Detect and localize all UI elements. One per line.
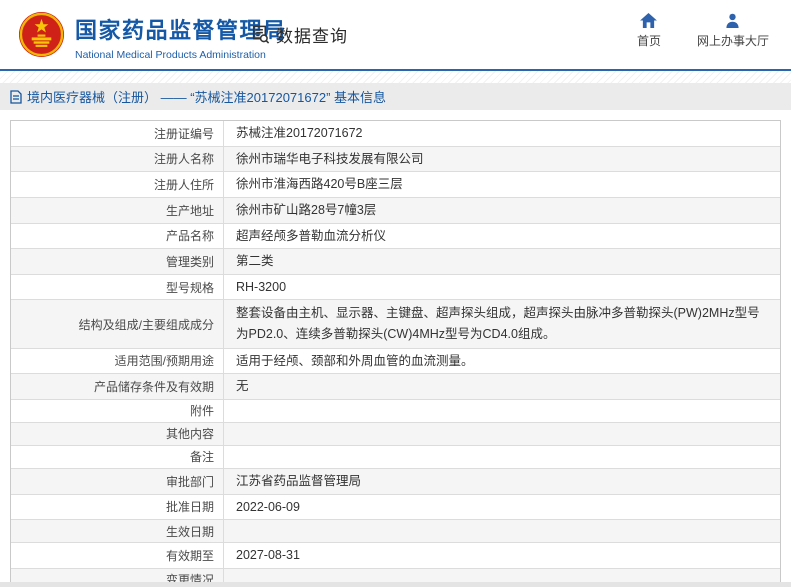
breadcrumb-bar: 境内医疗器械（注册） —— “苏械注准20172071672” 基本信息 bbox=[0, 83, 791, 110]
nav-service-hall[interactable]: 网上办事大厅 bbox=[697, 13, 769, 49]
table-row: 注册人名称徐州市瑞华电子科技发展有限公司 bbox=[11, 147, 780, 173]
nav-service-hall-label: 网上办事大厅 bbox=[697, 32, 769, 49]
row-label: 附件 bbox=[11, 400, 224, 422]
row-label: 其他内容 bbox=[11, 423, 224, 445]
table-row: 有效期至2027-08-31 bbox=[11, 543, 780, 569]
row-value: 整套设备由主机、显示器、主键盘、超声探头组成，超声探头由脉冲多普勒探头(PW)2… bbox=[224, 300, 780, 347]
top-navigation: 首页 网上办事大厅 bbox=[637, 13, 769, 49]
row-value: 无 bbox=[224, 374, 780, 399]
table-row: 适用范围/预期用途适用于经颅、颈部和外周血管的血流测量。 bbox=[11, 349, 780, 375]
row-label: 备注 bbox=[11, 446, 224, 468]
row-value: 第二类 bbox=[224, 249, 780, 274]
footer-strip bbox=[0, 582, 791, 587]
table-row: 附件 bbox=[11, 400, 780, 423]
table-row: 注册人住所徐州市淮海西路420号B座三层 bbox=[11, 172, 780, 198]
row-label: 产品储存条件及有效期 bbox=[11, 374, 224, 399]
agency-name-en: National Medical Products Administration bbox=[75, 49, 287, 61]
row-label: 生效日期 bbox=[11, 520, 224, 542]
registration-info-table: 注册证编号苏械注准20172071672 注册人名称徐州市瑞华电子科技发展有限公… bbox=[10, 120, 781, 587]
row-value: 徐州市矿山路28号7幢3层 bbox=[224, 198, 780, 223]
row-label: 注册人住所 bbox=[11, 172, 224, 197]
row-value bbox=[224, 446, 780, 468]
nav-home-label: 首页 bbox=[637, 32, 661, 49]
row-value: 超声经颅多普勒血流分析仪 bbox=[224, 224, 780, 249]
table-row: 产品储存条件及有效期无 bbox=[11, 374, 780, 400]
row-label: 生产地址 bbox=[11, 198, 224, 223]
table-row: 型号规格RH-3200 bbox=[11, 275, 780, 301]
table-row: 其他内容 bbox=[11, 423, 780, 446]
hatch-divider bbox=[0, 71, 791, 83]
home-icon bbox=[640, 13, 657, 28]
table-row: 生效日期 bbox=[11, 520, 780, 543]
row-label: 注册人名称 bbox=[11, 147, 224, 172]
row-value: 苏械注准20172071672 bbox=[224, 121, 780, 146]
module-title: 数据查询 bbox=[276, 22, 348, 47]
doc-icon bbox=[10, 90, 22, 104]
row-value: 徐州市淮海西路420号B座三层 bbox=[224, 172, 780, 197]
table-row: 管理类别第二类 bbox=[11, 249, 780, 275]
row-label: 结构及组成/主要组成成分 bbox=[11, 300, 224, 347]
row-value bbox=[224, 423, 780, 445]
row-label: 型号规格 bbox=[11, 275, 224, 300]
user-icon bbox=[725, 13, 740, 28]
data-query-module: 数据查询 bbox=[250, 22, 348, 47]
table-row: 生产地址徐州市矿山路28号7幢3层 bbox=[11, 198, 780, 224]
row-label: 注册证编号 bbox=[11, 121, 224, 146]
row-value: 江苏省药品监督管理局 bbox=[224, 469, 780, 494]
nav-home[interactable]: 首页 bbox=[637, 13, 661, 49]
table-row: 注册证编号苏械注准20172071672 bbox=[11, 121, 780, 147]
row-label: 管理类别 bbox=[11, 249, 224, 274]
row-value bbox=[224, 520, 780, 542]
table-row: 备注 bbox=[11, 446, 780, 469]
breadcrumb: 境内医疗器械（注册） —— “苏械注准20172071672” 基本信息 bbox=[27, 87, 386, 106]
row-value: RH-3200 bbox=[224, 275, 780, 300]
table-row: 产品名称超声经颅多普勒血流分析仪 bbox=[11, 224, 780, 250]
row-label: 产品名称 bbox=[11, 224, 224, 249]
table-row: 审批部门江苏省药品监督管理局 bbox=[11, 469, 780, 495]
row-value: 2027-08-31 bbox=[224, 543, 780, 568]
table-row: 结构及组成/主要组成成分整套设备由主机、显示器、主键盘、超声探头组成，超声探头由… bbox=[11, 300, 780, 348]
data-query-icon bbox=[250, 24, 271, 45]
row-value bbox=[224, 400, 780, 422]
page-header: 国家药品监督管理局 National Medical Products Admi… bbox=[0, 0, 791, 71]
row-value: 2022-06-09 bbox=[224, 495, 780, 520]
emblem-icon bbox=[18, 11, 65, 58]
row-label: 有效期至 bbox=[11, 543, 224, 568]
row-value: 徐州市瑞华电子科技发展有限公司 bbox=[224, 147, 780, 172]
table-row: 批准日期2022-06-09 bbox=[11, 495, 780, 521]
row-value: 适用于经颅、颈部和外周血管的血流测量。 bbox=[224, 349, 780, 374]
row-label: 审批部门 bbox=[11, 469, 224, 494]
row-label: 批准日期 bbox=[11, 495, 224, 520]
row-label: 适用范围/预期用途 bbox=[11, 349, 224, 374]
